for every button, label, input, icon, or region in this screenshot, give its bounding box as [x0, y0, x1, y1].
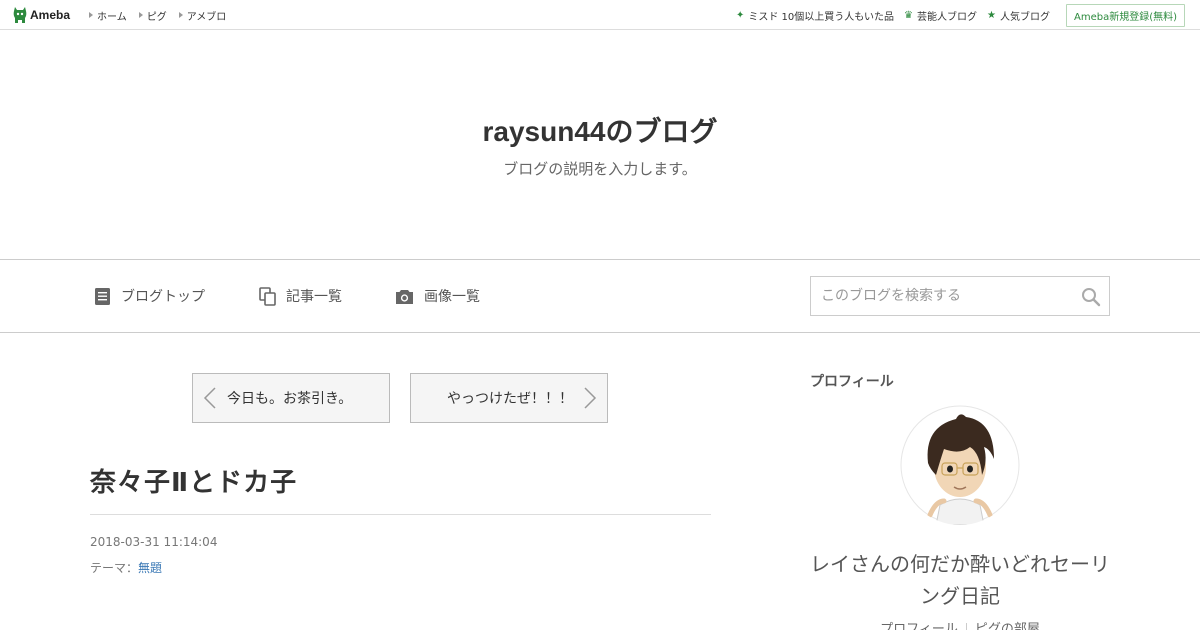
blog-title[interactable]: raysun44のブログ	[0, 110, 1200, 150]
profile-heading: プロフィール	[810, 374, 894, 390]
nav-label: ピグ	[146, 11, 167, 23]
menu-label: 記事一覧	[286, 289, 342, 305]
nav-link-ameblo[interactable]: アメブロ	[178, 8, 227, 23]
ameba-logo-icon	[13, 6, 27, 24]
nav-link-pigg[interactable]: ピグ	[138, 8, 167, 23]
triangle-right-icon	[178, 12, 183, 18]
logo-text: Ameba	[30, 8, 71, 22]
divider	[90, 514, 711, 515]
chevron-left-icon	[203, 387, 216, 409]
article-title: 奈々子Ⅱとドカ子	[90, 468, 298, 498]
previous-article-label: 今日も。お茶引き。	[227, 391, 353, 407]
trending-link[interactable]: ✦ ミスド 10個以上買う人もいた品	[736, 8, 894, 23]
celebrity-blogs-label: 芸能人ブログ	[917, 11, 978, 23]
pigg-room-link[interactable]: ピグの部屋	[967, 622, 1048, 630]
profile-link[interactable]: プロフィール	[872, 622, 966, 630]
document-icon	[95, 287, 110, 305]
trending-label: ミスド 10個以上買う人もいた品	[748, 11, 895, 23]
copy-icon	[259, 286, 276, 306]
signup-button[interactable]: Ameba新規登録(無料)	[1065, 3, 1185, 27]
menu-image-list[interactable]: 画像一覧	[395, 286, 480, 306]
menu-label: ブログトップ	[121, 289, 205, 305]
nav-label: アメブロ	[186, 11, 227, 23]
article-date: 2018-03-31 11:14:04	[90, 535, 218, 549]
global-header: Ameba ホーム ピグ アメブロ ✦ ミスド 10個以上買う人もいた品 ♛ 芸能人…	[0, 0, 1200, 30]
profile-name[interactable]: レイさんの何だか酔いどれセーリング日記	[805, 548, 1115, 612]
global-nav: ホーム ピグ アメブロ	[89, 0, 238, 30]
theme-link[interactable]: 無題	[138, 561, 162, 575]
popular-blogs-label: 人気ブログ	[999, 11, 1050, 23]
menu-label: 画像一覧	[424, 289, 480, 305]
menu-article-list[interactable]: 記事一覧	[259, 286, 342, 306]
popular-blogs-link[interactable]: ★ 人気ブログ	[987, 8, 1050, 23]
theme-label: テーマ：	[90, 561, 139, 575]
blog-search	[810, 276, 1110, 316]
ameba-logo[interactable]: Ameba	[13, 6, 70, 24]
celebrity-blogs-link[interactable]: ♛ 芸能人ブログ	[904, 8, 977, 23]
menu-blog-top[interactable]: ブログトップ	[94, 286, 205, 306]
camera-icon	[396, 289, 413, 304]
crown-icon: ♛	[904, 9, 914, 21]
blog-description: ブログの説明を入力します。	[503, 160, 697, 178]
header-links: ✦ ミスド 10個以上買う人もいた品 ♛ 芸能人ブログ ★ 人気ブログ Ameba新規…	[726, 0, 1185, 30]
avatar[interactable]	[900, 405, 1020, 525]
blog-menu: ブログトップ 記事一覧 画像一覧	[0, 260, 1200, 333]
profile-links: プロフィール ピグの部屋	[810, 618, 1110, 630]
previous-article-button[interactable]: 今日も。お茶引き。	[192, 373, 390, 423]
search-icon[interactable]	[1081, 287, 1101, 307]
next-article-label: やっつけたぜ！！！	[447, 391, 573, 407]
nav-link-home[interactable]: ホーム	[89, 8, 127, 23]
search-input[interactable]	[811, 277, 1071, 315]
nav-label: ホーム	[97, 11, 127, 23]
sparkle-icon: ✦	[735, 9, 745, 21]
article-theme: テーマ：無題	[90, 559, 162, 576]
triangle-right-icon	[138, 12, 143, 18]
chevron-right-icon	[584, 387, 597, 409]
star-icon: ★	[987, 9, 996, 21]
blog-header: raysun44のブログ ブログの説明を入力します。	[0, 30, 1200, 260]
triangle-right-icon	[89, 12, 93, 18]
next-article-button[interactable]: やっつけたぜ！！！	[410, 373, 608, 423]
